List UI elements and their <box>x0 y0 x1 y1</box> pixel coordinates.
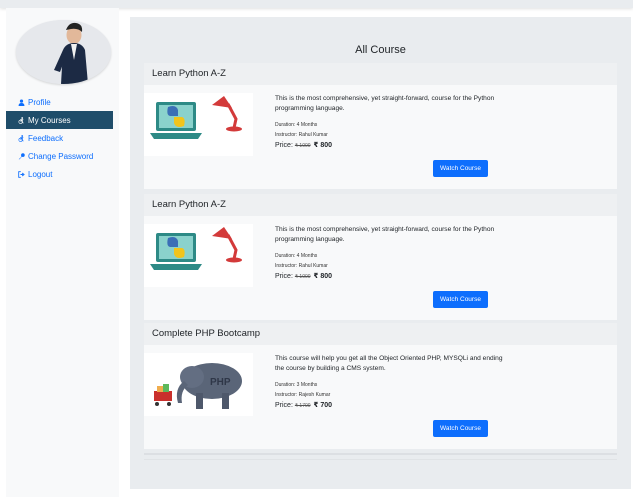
profile-avatar <box>16 20 111 84</box>
course-description: This course will help you get all the Ob… <box>275 355 503 372</box>
course-price: Price: ₹ 1000 ₹ 800 <box>275 272 332 280</box>
course-description: This is the most comprehensive, yet stra… <box>275 226 495 243</box>
course-card: Learn Python A-Z This is the most compre… <box>144 194 617 320</box>
watch-course-button[interactable]: Watch Course <box>433 420 488 437</box>
accessibility-icon <box>18 116 24 124</box>
course-image <box>144 224 253 287</box>
sign-out-icon <box>18 170 25 178</box>
accessibility-icon <box>18 134 24 142</box>
course-image <box>144 93 253 156</box>
sidebar: Profile My Courses Feedback Change Passw… <box>6 8 119 497</box>
old-price: ₹ 1700 <box>294 403 311 409</box>
new-price: ₹ 800 <box>313 142 333 149</box>
sidebar-nav: Profile My Courses Feedback Change Passw… <box>6 93 113 183</box>
new-price: ₹ 700 <box>313 402 333 409</box>
course-instructor: Instructor: Rahul Kumar <box>275 132 328 138</box>
sidebar-item-label: Logout <box>28 169 53 179</box>
main-panel: All Course Learn Python A-Z This is the … <box>130 17 631 489</box>
price-label: Price: <box>275 142 293 149</box>
new-price: ₹ 800 <box>313 273 333 280</box>
course-duration: Duration: 4 Months <box>275 122 318 128</box>
sidebar-item-label: Change Password <box>28 151 94 161</box>
course-price: Price: ₹ 1700 ₹ 700 <box>275 401 332 409</box>
course-instructor: Instructor: Rajesh Kumar <box>275 392 331 398</box>
course-title: Learn Python A-Z <box>144 63 617 85</box>
divider <box>144 459 617 460</box>
sidebar-item-change-password[interactable]: Change Password <box>6 147 113 165</box>
sidebar-item-profile[interactable]: Profile <box>6 93 113 111</box>
course-duration: Duration: 3 Months <box>275 382 318 388</box>
sidebar-item-feedback[interactable]: Feedback <box>6 129 113 147</box>
price-label: Price: <box>275 273 293 280</box>
sidebar-item-label: My Courses <box>28 115 71 125</box>
course-body: PHP This course will help you get all th… <box>144 345 617 449</box>
course-duration: Duration: 4 Months <box>275 253 318 259</box>
course-image: PHP <box>144 353 253 416</box>
course-card: Learn Python A-Z This is the most compre… <box>144 63 617 189</box>
sidebar-item-label: Profile <box>28 97 51 107</box>
course-price: Price: ₹ 1000 ₹ 800 <box>275 141 332 149</box>
watch-course-button[interactable]: Watch Course <box>433 291 488 308</box>
divider <box>144 453 617 455</box>
course-title: Complete PHP Bootcamp <box>144 323 617 345</box>
course-instructor: Instructor: Rahul Kumar <box>275 263 328 269</box>
page-title: All Course <box>355 44 406 56</box>
course-body: This is the most comprehensive, yet stra… <box>144 216 617 320</box>
key-icon <box>18 152 25 159</box>
price-label: Price: <box>275 402 293 409</box>
watch-course-button[interactable]: Watch Course <box>433 160 488 177</box>
old-price: ₹ 1000 <box>294 143 311 149</box>
course-description: This is the most comprehensive, yet stra… <box>275 95 495 112</box>
sidebar-item-label: Feedback <box>28 133 64 143</box>
sidebar-item-logout[interactable]: Logout <box>6 165 113 183</box>
top-bar <box>0 0 633 8</box>
sidebar-item-my-courses[interactable]: My Courses <box>6 111 113 129</box>
course-card: Complete PHP Bootcamp PHP This course wi… <box>144 323 617 449</box>
course-title: Learn Python A-Z <box>144 194 617 216</box>
svg-text:PHP: PHP <box>210 377 231 388</box>
course-body: This is the most comprehensive, yet stra… <box>144 85 617 189</box>
user-icon <box>18 98 25 106</box>
old-price: ₹ 1000 <box>294 274 311 280</box>
